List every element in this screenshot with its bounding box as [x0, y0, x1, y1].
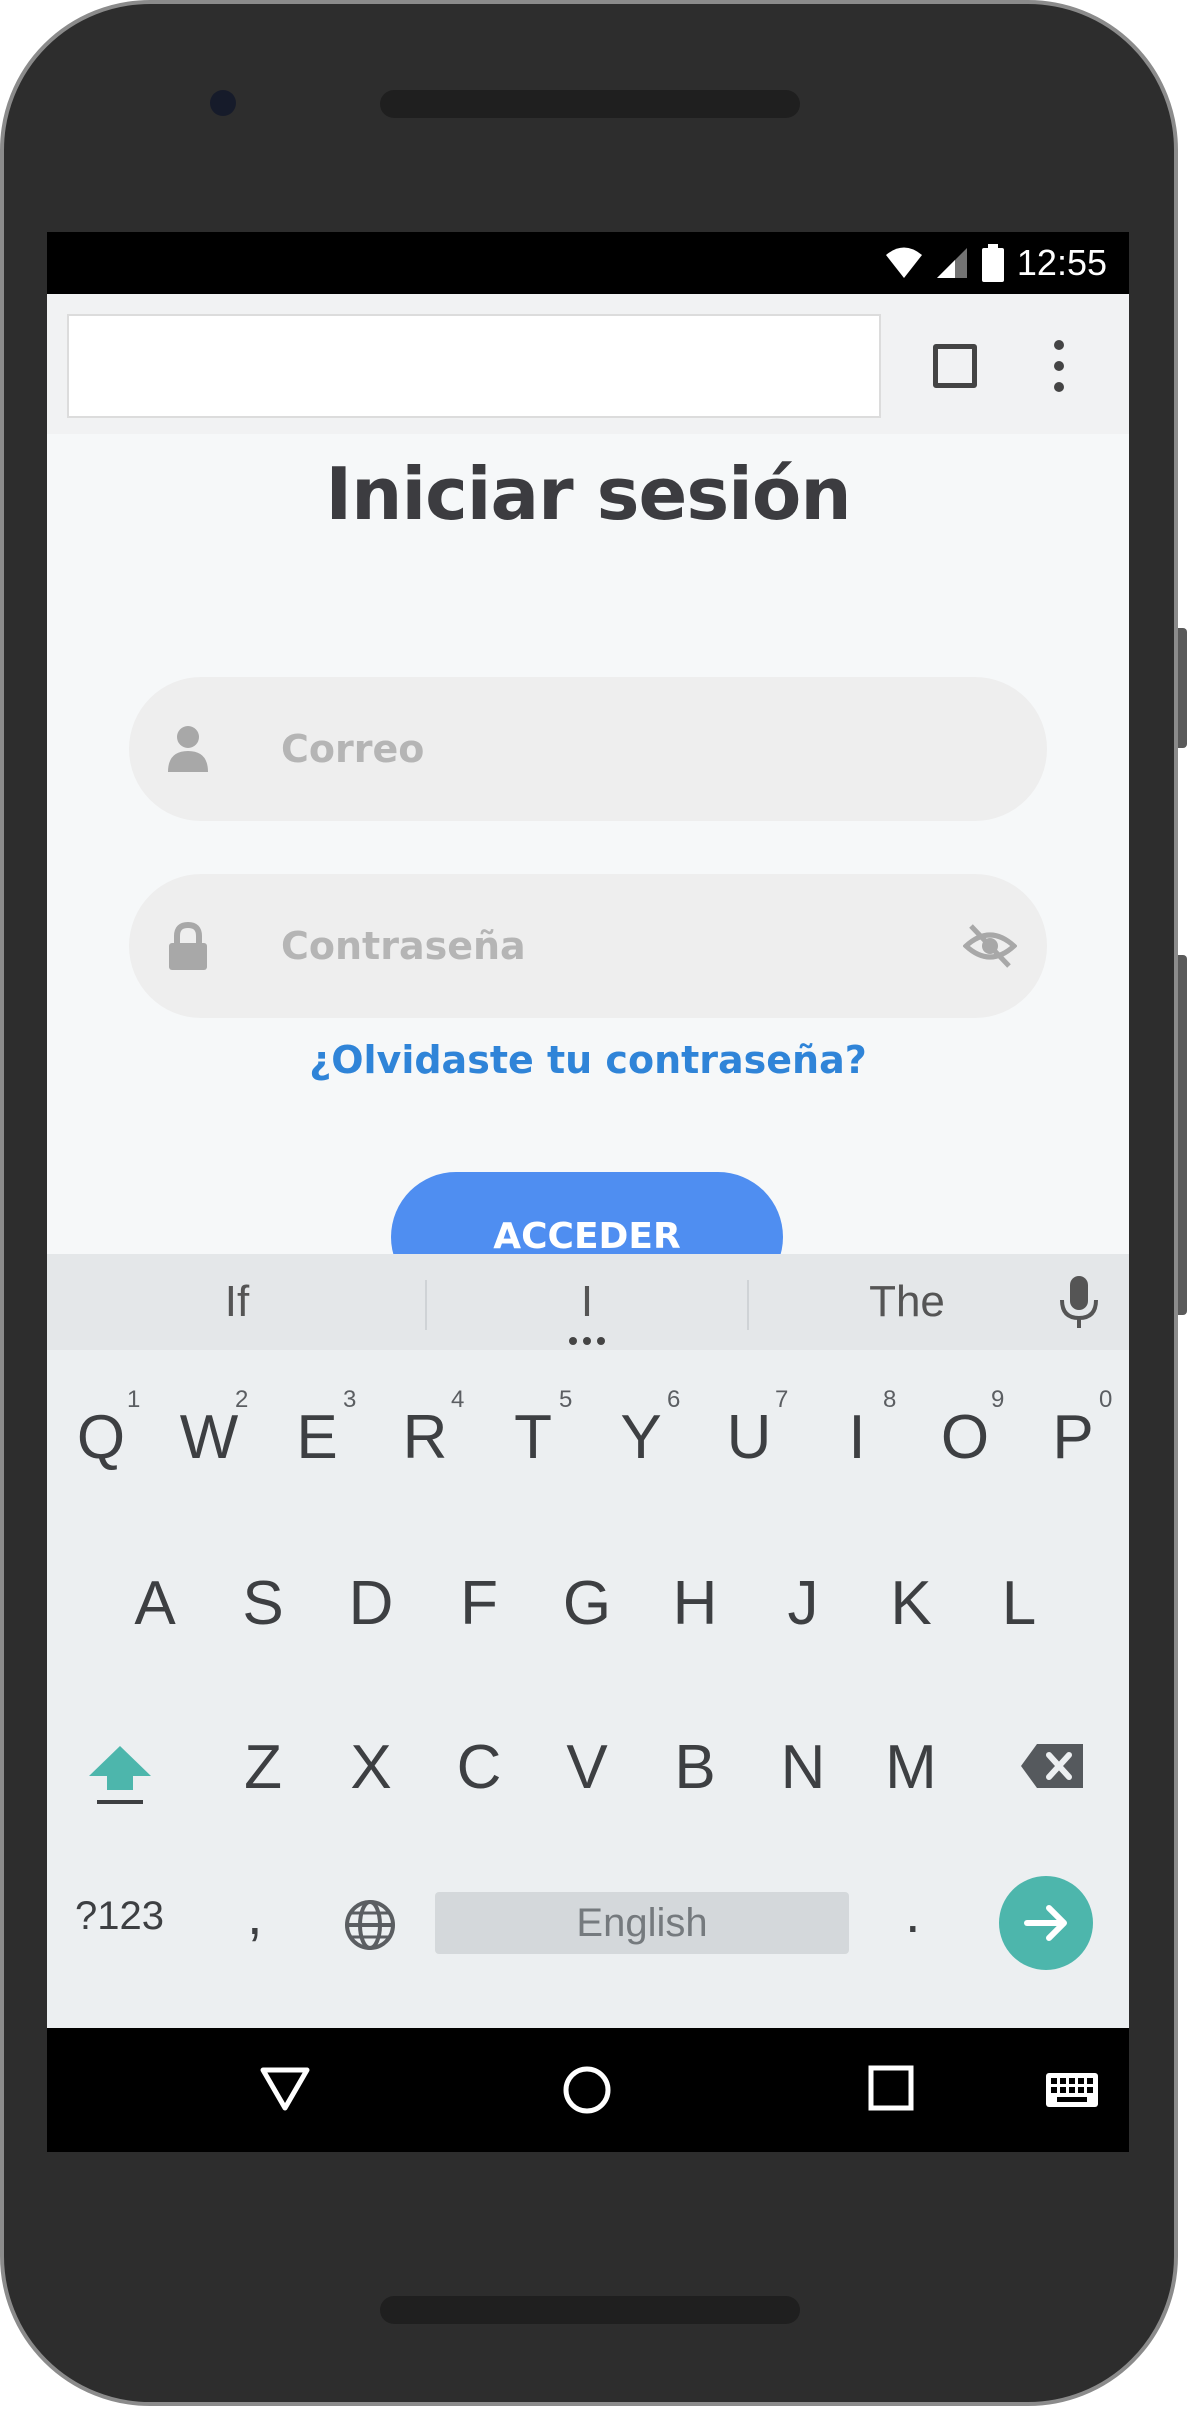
- screen: 12:55 Iniciar sesión ¿Olvidaste tu contr…: [47, 232, 1129, 2152]
- address-bar[interactable]: [67, 314, 881, 418]
- comma-key[interactable]: ,: [247, 1882, 263, 1947]
- key-j[interactable]: J: [753, 1568, 853, 1639]
- eye-off-icon[interactable]: [963, 920, 1017, 972]
- space-bar[interactable]: English: [435, 1892, 849, 1954]
- key-x[interactable]: X: [321, 1732, 421, 1803]
- key-h[interactable]: H: [645, 1568, 745, 1639]
- key-l[interactable]: L: [969, 1568, 1069, 1639]
- key-hint: 1: [127, 1386, 141, 1413]
- key-d[interactable]: D: [321, 1568, 421, 1639]
- key-hint: 3: [343, 1386, 357, 1413]
- power-button: [1178, 628, 1187, 748]
- status-time: 12:55: [1016, 242, 1107, 283]
- browser-toolbar: [47, 294, 1129, 434]
- password-field[interactable]: [129, 874, 1047, 1018]
- user-icon: [168, 726, 208, 772]
- overflow-menu-icon[interactable]: [1049, 340, 1069, 392]
- page-title: Iniciar sesión: [325, 452, 851, 536]
- enter-key[interactable]: [999, 1876, 1093, 1970]
- suggestion-divider: [425, 1280, 427, 1330]
- key-m[interactable]: M: [861, 1732, 961, 1803]
- key-z[interactable]: Z: [213, 1732, 313, 1803]
- key-v[interactable]: V: [537, 1732, 637, 1803]
- suggestion-divider: [747, 1280, 749, 1330]
- recents-icon[interactable]: [867, 2064, 915, 2112]
- key-hint: 2: [235, 1386, 249, 1413]
- key-hint: 4: [451, 1386, 465, 1413]
- email-field[interactable]: [129, 677, 1047, 821]
- navigation-bar: [47, 2028, 1129, 2152]
- cell-signal-icon: [936, 248, 967, 278]
- forgot-password-link[interactable]: ¿Olvidaste tu contraseña?: [47, 1038, 1129, 1082]
- key-s[interactable]: S: [213, 1568, 313, 1639]
- status-bar: 12:55: [47, 232, 1129, 294]
- key-c[interactable]: C: [429, 1732, 529, 1803]
- key-hint: 5: [559, 1386, 573, 1413]
- more-suggestions-icon[interactable]: [567, 1336, 607, 1346]
- key-n[interactable]: N: [753, 1732, 853, 1803]
- home-icon[interactable]: [561, 2064, 613, 2116]
- suggestion-strip: If I The: [47, 1254, 1129, 1350]
- suggestion-item[interactable]: The: [807, 1254, 1007, 1350]
- wifi-icon: [885, 247, 922, 278]
- key-hint: 9: [991, 1386, 1005, 1413]
- soft-keyboard: If I The Q 1 W 2 E 3 R 4 T 5 Y 6 U 7 I 8…: [47, 1254, 1129, 2028]
- backspace-icon[interactable]: [1019, 1742, 1085, 1790]
- battery-icon: [981, 244, 1004, 282]
- password-input[interactable]: [281, 918, 901, 974]
- suggestion-item[interactable]: If: [147, 1254, 327, 1350]
- globe-icon[interactable]: [343, 1898, 397, 1952]
- keyboard-icon[interactable]: [1045, 2072, 1099, 2108]
- earpiece-speaker: [380, 90, 800, 118]
- microphone-icon[interactable]: [1059, 1276, 1099, 1330]
- volume-button: [1178, 955, 1187, 1315]
- key-b[interactable]: B: [645, 1732, 745, 1803]
- key-hint: 7: [775, 1386, 789, 1413]
- shift-icon[interactable]: [87, 1744, 153, 1804]
- key-f[interactable]: F: [429, 1568, 529, 1639]
- key-k[interactable]: K: [861, 1568, 961, 1639]
- email-input[interactable]: [281, 721, 901, 777]
- key-hint: 0: [1099, 1386, 1113, 1413]
- bottom-speaker: [380, 2296, 800, 2324]
- key-hint: 6: [667, 1386, 681, 1413]
- back-icon[interactable]: [259, 2064, 311, 2112]
- key-g[interactable]: G: [537, 1568, 637, 1639]
- key-hint: 8: [883, 1386, 897, 1413]
- symbols-key[interactable]: ?123: [75, 1894, 164, 1939]
- lock-icon: [169, 922, 207, 970]
- arrow-right-icon: [1024, 1905, 1067, 1941]
- period-key[interactable]: .: [905, 1880, 921, 1945]
- key-a[interactable]: A: [105, 1568, 205, 1639]
- tab-switcher-icon[interactable]: [933, 344, 977, 388]
- front-camera: [210, 90, 236, 116]
